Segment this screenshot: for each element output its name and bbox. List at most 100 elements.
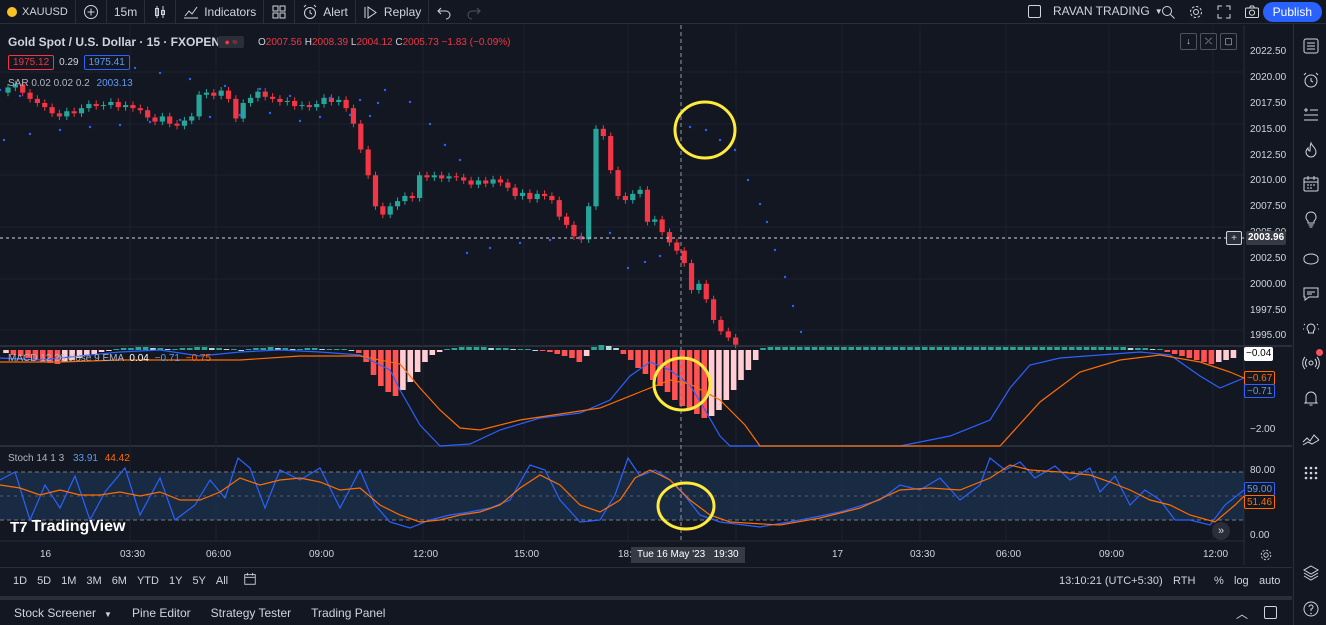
candle-body xyxy=(608,136,614,171)
object-tree-icon[interactable] xyxy=(1302,106,1320,124)
layouts-button[interactable] xyxy=(264,0,296,24)
macd-bar xyxy=(319,349,325,350)
layers-icon[interactable] xyxy=(1302,564,1320,582)
macd-bar xyxy=(510,349,516,350)
indicators-button[interactable]: Indicators xyxy=(176,0,265,24)
price-axis-tick: 2012.50 xyxy=(1250,150,1287,161)
candle-body xyxy=(630,193,636,201)
range-button-1d[interactable]: 1D xyxy=(8,575,32,587)
auto-scale-toggle[interactable]: auto xyxy=(1259,575,1280,587)
macd-legend[interactable]: MACD 12 26 close 9 EMA 0.04 −0.71 −0.75 xyxy=(8,353,211,364)
visibility-toggle[interactable]: ● ≈ xyxy=(218,36,244,48)
help-icon[interactable] xyxy=(1302,600,1320,618)
alarm-clock-icon[interactable] xyxy=(1302,71,1320,89)
date-range-icon[interactable] xyxy=(243,572,257,589)
range-button-all[interactable]: All xyxy=(211,575,233,587)
watchlist-icon[interactable] xyxy=(1302,37,1320,55)
chart-canvas[interactable] xyxy=(0,25,1292,565)
broadcast-icon[interactable] xyxy=(1302,354,1320,372)
macd-bar xyxy=(730,350,737,390)
scroll-right-icon[interactable]: » xyxy=(1212,522,1230,540)
pane-down-icon[interactable]: ↓ xyxy=(1180,33,1197,50)
tab-strategy-tester[interactable]: Strategy Tester xyxy=(201,606,301,620)
replay-button[interactable]: Replay xyxy=(356,0,430,24)
hotlist-flame-icon[interactable] xyxy=(1302,141,1320,159)
macd-bar xyxy=(1083,347,1090,350)
macd-bar xyxy=(583,350,590,356)
stoch-legend[interactable]: Stoch 14 1 3 33.91 44.42 xyxy=(8,453,130,464)
more-grid-icon[interactable] xyxy=(1302,464,1320,482)
macd-bar xyxy=(804,347,810,350)
sar-dot xyxy=(773,248,777,252)
high-label: H xyxy=(304,37,312,48)
alert-button[interactable]: Alert xyxy=(295,0,356,24)
symbol-search[interactable]: XAUUSD xyxy=(0,0,76,24)
chevron-up-icon[interactable]: ︿ xyxy=(1236,605,1248,622)
camera-icon[interactable] xyxy=(1244,4,1260,20)
sar-dot xyxy=(704,128,708,132)
price-axis-tick: 2017.50 xyxy=(1250,98,1287,109)
sar-legend[interactable]: SAR 0.02 0.02 0.2 2003.13 xyxy=(8,78,133,89)
tips-bulb-icon[interactable] xyxy=(1302,320,1320,338)
streams-icon[interactable] xyxy=(1302,250,1320,268)
settings-gear-icon[interactable] xyxy=(1259,548,1273,562)
chart-type-button[interactable] xyxy=(145,0,177,24)
sar-dot xyxy=(368,114,372,118)
tab-trading-panel[interactable]: Trading Panel xyxy=(301,606,395,620)
tab-pine-editor[interactable]: Pine Editor xyxy=(122,606,201,620)
sar-dot xyxy=(643,260,647,264)
pulse-icon[interactable] xyxy=(1302,430,1320,448)
search-icon[interactable] xyxy=(1160,4,1176,20)
sar-dot xyxy=(58,128,62,132)
pane-maximize-icon[interactable]: ▢ xyxy=(1220,33,1237,50)
sar-dot xyxy=(133,66,137,70)
maximize-panel-icon[interactable] xyxy=(1264,606,1277,619)
bell-icon[interactable] xyxy=(1302,389,1320,407)
candle-body xyxy=(564,216,570,225)
buy-button[interactable]: 1975.41 xyxy=(83,55,130,70)
macd-label: MACD 12 26 close 9 EMA xyxy=(8,353,124,364)
macd-bar xyxy=(179,348,186,350)
redo-button[interactable] xyxy=(459,0,489,24)
undo-button[interactable] xyxy=(429,0,459,24)
interval-button[interactable]: 15m xyxy=(107,0,146,24)
fullscreen-icon[interactable] xyxy=(1216,4,1232,20)
macd-bar xyxy=(106,350,112,351)
log-scale-toggle[interactable]: log xyxy=(1234,575,1249,587)
candle-body xyxy=(439,175,445,179)
layout-menu[interactable]: RAVAN TRADING ▼ xyxy=(1028,4,1163,18)
ideas-bulb-icon[interactable] xyxy=(1302,210,1320,228)
chart-title[interactable]: Gold Spot / U.S. Dollar · 15 · FXOPEN xyxy=(8,35,220,49)
range-button-5y[interactable]: 5Y xyxy=(187,575,210,587)
gear-icon[interactable] xyxy=(1188,4,1204,20)
pane-collapse-icon[interactable]: ⤫ xyxy=(1200,33,1217,50)
calendar-icon[interactable] xyxy=(1302,175,1320,193)
candle-body xyxy=(93,104,99,107)
range-button-1y[interactable]: 1Y xyxy=(164,575,187,587)
chat-icon[interactable] xyxy=(1302,285,1320,303)
publish-button[interactable]: Publish xyxy=(1262,2,1322,22)
macd-signal-line xyxy=(0,354,1245,447)
session-toggle[interactable]: RTH xyxy=(1173,575,1195,587)
sar-dot xyxy=(188,77,192,81)
percent-scale-toggle[interactable]: % xyxy=(1214,575,1224,587)
candle-body xyxy=(56,113,63,117)
range-button-3m[interactable]: 3M xyxy=(81,575,106,587)
range-button-1m[interactable]: 1M xyxy=(56,575,81,587)
gold-icon xyxy=(7,6,17,17)
tab-stock-screener[interactable]: Stock Screener ▼ xyxy=(4,606,122,620)
macd-signal-value: −0.75 xyxy=(185,353,212,364)
sar-dot xyxy=(118,123,122,127)
tradingview-watermark[interactable]: T7 TradingView xyxy=(10,518,125,536)
candle-body xyxy=(321,97,327,105)
compare-button[interactable] xyxy=(76,0,107,24)
candle-body xyxy=(152,117,158,122)
range-button-6m[interactable]: 6M xyxy=(107,575,132,587)
sell-button[interactable]: 1975.12 xyxy=(8,55,55,70)
range-button-5d[interactable]: 5D xyxy=(32,575,56,587)
clock[interactable]: 13:10:21 (UTC+5:30) xyxy=(1059,575,1163,587)
sar-dot xyxy=(608,231,612,235)
add-alert-icon[interactable]: + xyxy=(1226,231,1242,245)
candle-body xyxy=(255,91,261,98)
range-button-ytd[interactable]: YTD xyxy=(132,575,164,587)
